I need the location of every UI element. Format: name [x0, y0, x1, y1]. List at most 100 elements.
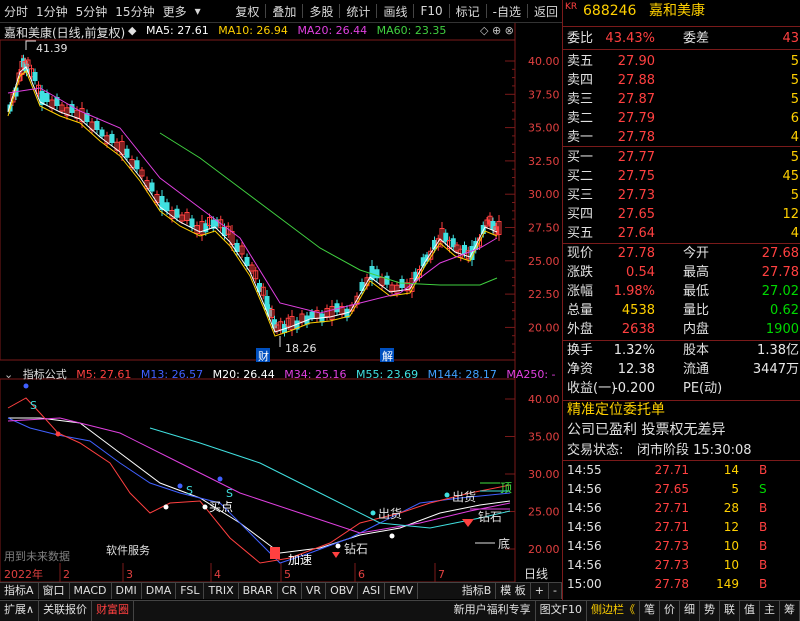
tab-macd[interactable]: MACD: [70, 583, 112, 599]
fundamental-row: 净资 12.38 流通 3447万: [563, 360, 800, 379]
period-label[interactable]: 日线: [524, 567, 548, 581]
bottom-label: 底: [498, 536, 510, 551]
indicator-item: M55: 23.69: [355, 368, 419, 381]
sell-signal-label: S: [226, 487, 233, 500]
tab-cr[interactable]: CR: [278, 583, 302, 599]
tab-shi[interactable]: 势: [700, 601, 720, 621]
tab-emv[interactable]: EMV: [385, 583, 419, 599]
tab-brar[interactable]: BRAR: [239, 583, 278, 599]
upper-price-axis: 40.00 37.50 35.00 32.50 30.00 27.50 25.00 22.50…: [528, 55, 560, 334]
divider: [302, 4, 304, 18]
tab-trix[interactable]: TRIX: [204, 583, 239, 599]
tab-template[interactable]: 模 板: [496, 583, 531, 599]
tab-vr[interactable]: VR: [302, 583, 327, 599]
tab-chou[interactable]: 筹: [780, 601, 800, 621]
low-price-label: 18.26: [285, 342, 317, 355]
zoom-out-button[interactable]: -: [549, 583, 562, 599]
tab-fenshi[interactable]: 分时: [0, 3, 32, 20]
indicator-tabs: 指标A 窗口 MACD DMI DMA FSL TRIX BRAR CR VR …: [0, 582, 562, 599]
zoom-in-button[interactable]: +: [531, 583, 550, 599]
new-user-benefit-link[interactable]: 新用户福利专享: [450, 601, 536, 621]
tick-time: 14:56: [567, 482, 602, 496]
tab-zhu[interactable]: 主: [760, 601, 780, 621]
tick-direction: S: [759, 482, 767, 496]
bid-row: 买一 27.77 5: [563, 148, 800, 167]
divider: [563, 460, 800, 461]
fundamental-value: 12.38: [617, 362, 655, 377]
diejia-button[interactable]: 叠加: [268, 3, 300, 20]
chevron-down-icon[interactable]: ⌄: [4, 368, 13, 381]
expand-button[interactable]: 扩展∧: [0, 601, 40, 621]
chart-stock-title: 嘉和美康(日线,前复权): [4, 26, 126, 40]
tab-zhibiao-a[interactable]: 指标A: [0, 583, 39, 599]
tick-row: 14:56 27.71 12 B: [563, 519, 800, 536]
tongji-button[interactable]: 统计: [342, 3, 374, 20]
zixuan-button[interactable]: -自选: [489, 3, 525, 20]
entrust-link[interactable]: 精准定位委托单: [567, 401, 665, 420]
huaxian-button[interactable]: 画线: [379, 3, 411, 20]
duogu-button[interactable]: 多股: [305, 3, 337, 20]
tab-bi[interactable]: 笔: [640, 601, 660, 621]
ma-lines: [7, 66, 498, 337]
tab-dma[interactable]: DMA: [142, 583, 177, 599]
tab-asi[interactable]: ASI: [358, 583, 386, 599]
tab-1min[interactable]: 1分钟: [32, 3, 72, 20]
tab-lian[interactable]: 联: [720, 601, 740, 621]
tick-time: 14:56: [567, 558, 602, 572]
tab-fortune-circle[interactable]: 财富圈: [92, 601, 135, 621]
f10-button[interactable]: F10: [416, 4, 446, 18]
cai-label[interactable]: 财: [258, 349, 269, 363]
stat-value: 2638: [621, 322, 655, 337]
diamond-icon: [332, 552, 340, 558]
tab-15min[interactable]: 15分钟: [111, 3, 158, 20]
indicator-axis-label: 35.00: [528, 431, 560, 444]
fuquan-button[interactable]: 复权: [231, 3, 263, 20]
f10-link[interactable]: 图文F10: [536, 601, 587, 621]
ask-volume: 6: [790, 111, 799, 126]
price-axis-label: 32.50: [528, 155, 560, 168]
bid-price: 27.75: [617, 169, 655, 184]
indicator-axis-label: 20.00: [528, 543, 560, 556]
entrust-link-row[interactable]: 精准定位委托单: [563, 401, 800, 420]
weibi-row: 委比 43.43% 委差 43: [563, 29, 800, 48]
x-axis-label: 2: [63, 568, 70, 581]
candlesticks: [7, 54, 502, 337]
tab-related-quotes[interactable]: 关联报价: [39, 601, 93, 621]
chart-settings-icons[interactable]: ◇ ⊕ ⊗: [480, 24, 514, 37]
chevron-down-icon[interactable]: ◆: [128, 24, 136, 37]
fundamental-row: 换手 1.32% 股本 1.38亿: [563, 341, 800, 360]
biaoji-button[interactable]: 标记: [452, 3, 484, 20]
tab-zhi[interactable]: 值: [740, 601, 760, 621]
jie-label[interactable]: 解: [382, 349, 393, 363]
tab-5min[interactable]: 5分钟: [72, 3, 112, 20]
tab-xi[interactable]: 细: [680, 601, 700, 621]
tab-obv[interactable]: OBV: [326, 583, 359, 599]
tab-more[interactable]: 更多: [159, 3, 191, 20]
tick-time: 15:00: [567, 577, 602, 591]
ask-row: 卖三 27.87 5: [563, 90, 800, 109]
tab-dmi[interactable]: DMI: [112, 583, 142, 599]
indicator-name[interactable]: 指标公式: [23, 368, 67, 381]
tick-row: 14:55 27.71 14 B: [563, 462, 800, 479]
divider: [526, 4, 528, 18]
fundamental-label: 股本: [683, 343, 710, 358]
tab-zhibiao-b[interactable]: 指标B: [458, 583, 497, 599]
ma5-line: [7, 66, 498, 333]
more-dropdown-icon[interactable]: ▾: [191, 4, 205, 18]
diamond-icon: [462, 519, 474, 527]
back-button[interactable]: 返回: [530, 3, 562, 20]
sidebar-toggle[interactable]: 侧边栏《: [587, 601, 640, 621]
tab-jia[interactable]: 价: [660, 601, 680, 621]
ma-legend-item: MA60: 23.35: [376, 24, 447, 37]
tab-window[interactable]: 窗口: [39, 583, 70, 599]
profit-text: 公司已盈利 投票权无差异: [567, 422, 726, 438]
candle-body: [174, 208, 180, 218]
chart-area[interactable]: 41.39 18.26 财 解 S S S 买点 出货 出货 钻石 钻石 顶 底…: [0, 23, 562, 582]
candle-body: [134, 160, 140, 170]
indicator-axis-label: 40.00: [528, 393, 560, 406]
stat-row: 外盘 2638 内盘 1900: [563, 320, 800, 339]
profit-row: 公司已盈利 投票权无差异: [563, 421, 800, 440]
tab-fsl[interactable]: FSL: [176, 583, 205, 599]
ask-volume: 5: [790, 54, 799, 69]
signal-dot: [202, 504, 208, 510]
